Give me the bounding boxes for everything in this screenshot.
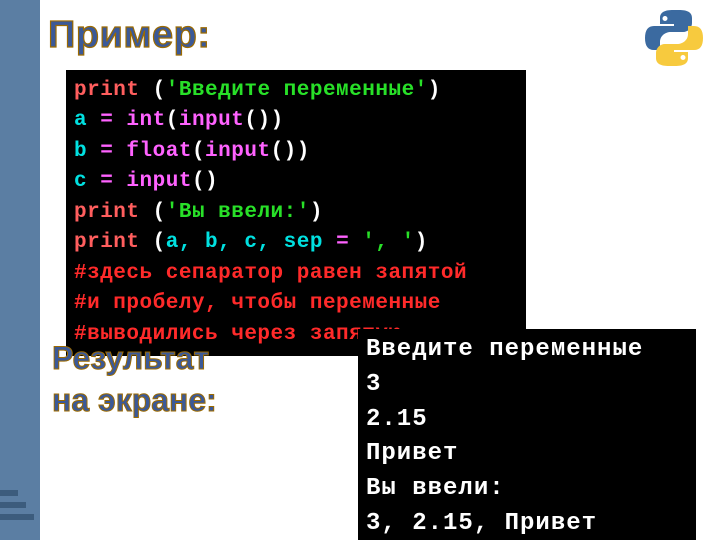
python-logo-icon [642,6,706,75]
heading-result: Результат на экране: [52,338,217,421]
deco-bar [0,502,26,508]
slide: Пример: print ('Введите переменные') a =… [0,0,720,540]
code-line: a = int(input()) [74,109,284,132]
deco-bar [0,514,34,520]
code-line: print ('Вы ввели:') [74,201,323,224]
stripe-deco [0,490,30,526]
code-comment: #здесь сепаратор равен запятой [74,262,467,285]
heading-example: Пример: [48,14,211,57]
code-line: b = float(input()) [74,140,310,163]
code-line: print (a, b, c, sep = ', ') [74,231,428,254]
output-block: Введите переменные 3 2.15 Привет Вы ввел… [358,329,696,540]
code-line: print ('Введите переменные') [74,79,441,102]
code-comment: #и пробелу, чтобы переменные [74,292,441,315]
deco-bar [0,490,18,496]
code-line: c = input() [74,170,218,193]
code-block: print ('Введите переменные') a = int(inp… [66,70,526,356]
left-stripe [0,0,40,540]
